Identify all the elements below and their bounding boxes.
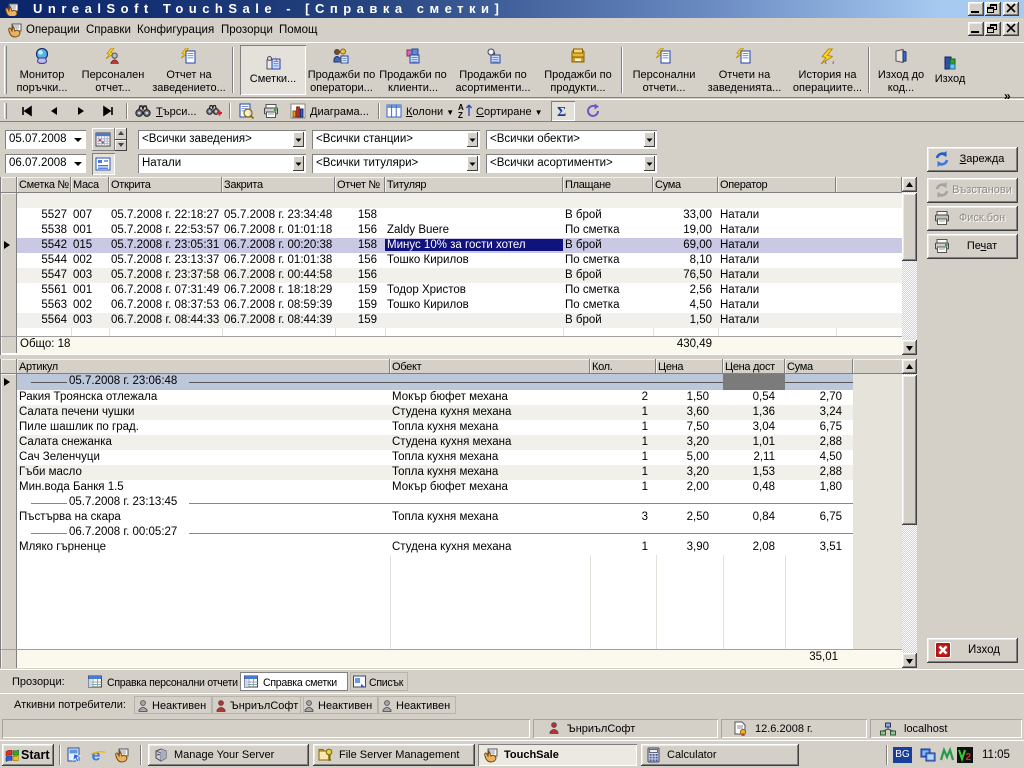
svg-text:Z: Z xyxy=(458,111,463,119)
svg-text:e: e xyxy=(92,748,101,764)
svg-text:2: 2 xyxy=(966,752,972,763)
svg-text:Σ: Σ xyxy=(557,105,566,119)
